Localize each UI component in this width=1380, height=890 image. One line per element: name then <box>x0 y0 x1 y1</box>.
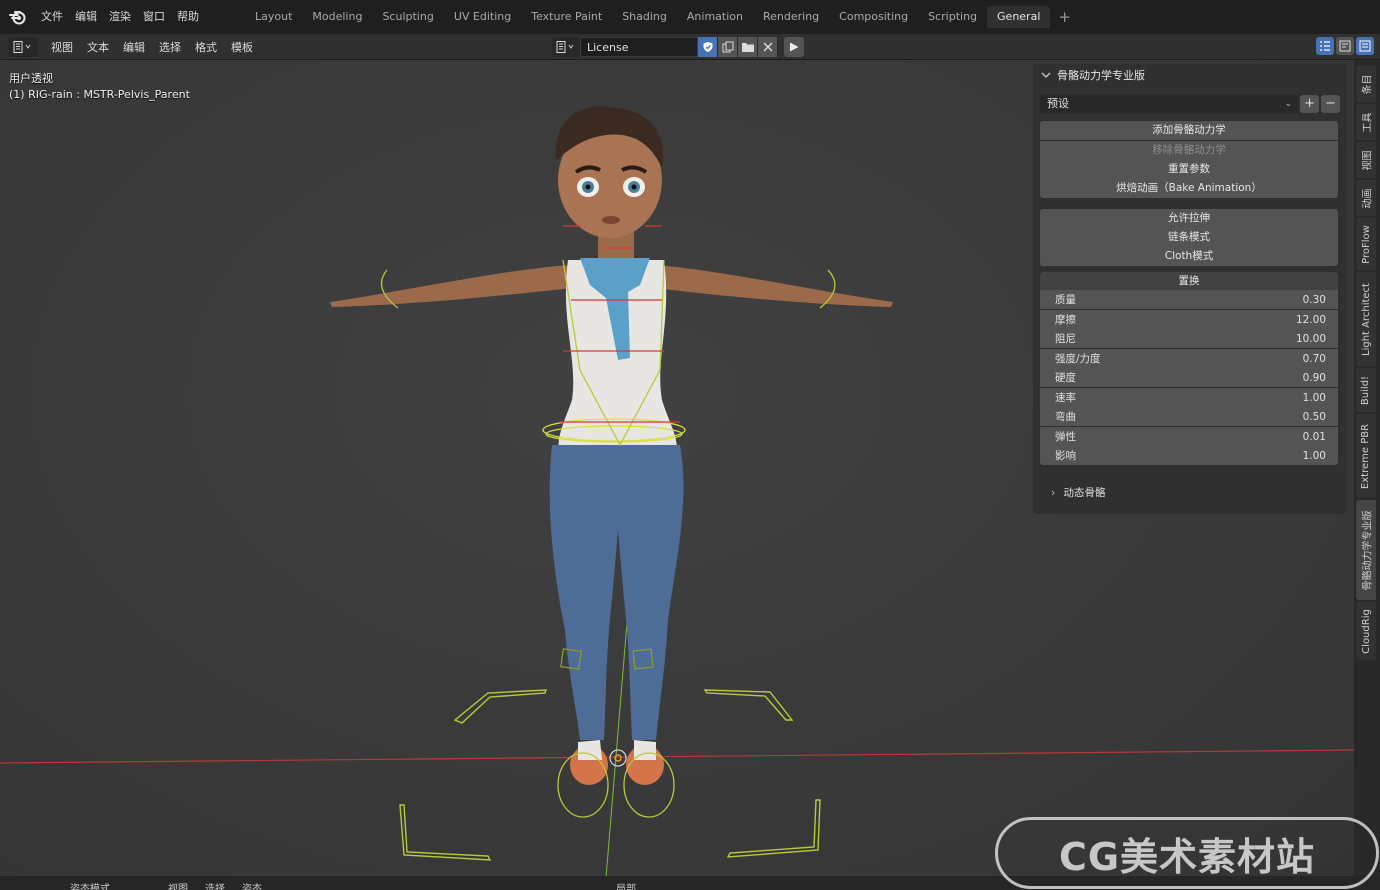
side-tab-build[interactable]: Build! <box>1356 368 1376 412</box>
tab-layout[interactable]: Layout <box>245 6 302 28</box>
menu-file[interactable]: 文件 <box>35 2 69 32</box>
tab-modeling[interactable]: Modeling <box>302 6 372 28</box>
panel-header[interactable]: 骨骼动力学专业版 <box>1033 64 1347 86</box>
tab-rendering[interactable]: Rendering <box>753 6 829 28</box>
prop-strength[interactable]: 强度/力度 0.70 <box>1040 349 1338 368</box>
menu-help[interactable]: 帮助 <box>171 2 205 32</box>
menu-edit[interactable]: 编辑 <box>69 2 103 32</box>
bake-animation-button[interactable]: 烘焙动画（Bake Animation） <box>1040 179 1338 198</box>
tab-animation[interactable]: Animation <box>677 6 753 28</box>
prop-elasticity[interactable]: 弹性 0.01 <box>1040 427 1338 446</box>
remove-bone-dynamics-button[interactable]: 移除骨骼动力学 <box>1040 141 1338 160</box>
top-menu-bar: 文件 编辑 渲染 窗口 帮助 Layout Modeling Sculpting… <box>0 0 1380 34</box>
prop-stiffness[interactable]: 硬度 0.90 <box>1040 368 1338 387</box>
text-browse-button[interactable] <box>552 37 580 57</box>
add-bone-dynamics-button[interactable]: 添加骨骼动力学 <box>1040 121 1338 140</box>
watermark-logo: CG美术素材站 <box>995 817 1379 889</box>
fake-user-shield-icon[interactable] <box>698 37 718 57</box>
sidebar-tabs: 条目 工具 视图 动画 ProFlow Light Architect Buil… <box>1354 60 1380 890</box>
panel-title: 骨骼动力学专业版 <box>1057 69 1145 82</box>
editor-menu-format[interactable]: 格式 <box>188 39 224 55</box>
side-tab-proflow[interactable]: ProFlow <box>1356 218 1376 270</box>
prop-mass[interactable]: 质量 0.30 <box>1040 290 1338 309</box>
duplicate-icon[interactable] <box>718 37 738 57</box>
line-numbers-icon[interactable] <box>1316 37 1334 55</box>
character-model <box>330 106 893 785</box>
viewport-object-label: (1) RIG-rain : MSTR-Pelvis_Parent <box>9 88 190 101</box>
dynamic-bones-label: 动态骨骼 <box>1063 487 1106 499</box>
text-document-icon <box>556 41 574 53</box>
side-tab-item[interactable]: 条目 <box>1356 66 1376 102</box>
chevron-down-icon <box>1041 72 1051 78</box>
editor-menu-edit[interactable]: 编辑 <box>116 39 152 55</box>
word-wrap-icon[interactable] <box>1336 37 1354 55</box>
open-folder-icon[interactable] <box>738 37 758 57</box>
tab-compositing[interactable]: Compositing <box>829 6 918 28</box>
tab-texture-paint[interactable]: Texture Paint <box>521 6 612 28</box>
side-tab-tool[interactable]: 工具 <box>1356 104 1376 140</box>
preset-dropdown[interactable]: 预设 ⌄ <box>1040 95 1299 113</box>
tab-sculpting[interactable]: Sculpting <box>372 6 443 28</box>
run-script-icon[interactable] <box>784 37 804 57</box>
tab-general[interactable]: General <box>987 6 1051 28</box>
bottom-menu-select[interactable]: 选择 <box>205 880 225 890</box>
cloth-mode-button[interactable]: Cloth模式 <box>1040 247 1338 266</box>
prop-damping[interactable]: 阻尼 10.00 <box>1040 329 1338 348</box>
add-preset-button[interactable]: + <box>1300 95 1320 113</box>
text-editor-icon <box>13 40 31 53</box>
workspace-tabs: Layout Modeling Sculpting UV Editing Tex… <box>245 4 1079 30</box>
side-tab-extreme-pbr[interactable]: Extreme PBR <box>1356 414 1376 498</box>
side-tab-bone-dynamics[interactable]: 骨骼动力学专业版 <box>1356 500 1376 600</box>
preset-label: 预设 <box>1047 97 1069 110</box>
prop-friction[interactable]: 摩擦 12.00 <box>1040 310 1338 329</box>
editor-type-selector[interactable] <box>8 36 38 57</box>
pivot-selector[interactable]: 局部 <box>616 880 636 890</box>
prop-bend[interactable]: 弯曲 0.50 <box>1040 407 1338 426</box>
side-tab-light-architect[interactable]: Light Architect <box>1356 272 1376 366</box>
dynamic-bones-subpanel[interactable]: › 动态骨骼 <box>1051 485 1106 500</box>
tab-scripting[interactable]: Scripting <box>918 6 987 28</box>
viewport-mode-label: 用户透视 <box>9 72 53 85</box>
editor-menu-templates[interactable]: 模板 <box>224 39 260 55</box>
menu-window[interactable]: 窗口 <box>137 2 171 32</box>
unlink-close-icon[interactable] <box>758 37 778 57</box>
syntax-highlight-icon[interactable] <box>1356 37 1374 55</box>
sidebar-panel: 骨骼动力学专业版 预设 ⌄ + − 添加骨骼动力学 移除骨骼动力学 重置参数 烘… <box>1033 64 1347 514</box>
mode-selector[interactable]: 姿态模式 <box>70 880 110 890</box>
bottom-menu-view[interactable]: 视图 <box>168 880 188 890</box>
watermark-text: CG美术素材站 <box>1058 834 1316 879</box>
remove-preset-button[interactable]: − <box>1321 95 1340 113</box>
tab-shading[interactable]: Shading <box>612 6 677 28</box>
menu-render[interactable]: 渲染 <box>103 2 137 32</box>
reset-params-button[interactable]: 重置参数 <box>1040 160 1338 179</box>
tab-uv-editing[interactable]: UV Editing <box>444 6 521 28</box>
text-datablock-selector: License <box>552 37 804 57</box>
text-display-toggles <box>1316 37 1374 55</box>
text-editor-header: 视图 文本 编辑 选择 格式 模板 License <box>0 34 1380 60</box>
chain-mode-button[interactable]: 链条模式 <box>1040 228 1338 247</box>
text-document-name[interactable]: License <box>580 37 698 57</box>
displacement-section-header[interactable]: 置换 <box>1040 272 1338 291</box>
prop-speed[interactable]: 速率 1.00 <box>1040 388 1338 407</box>
preset-row: 预设 ⌄ + − <box>1040 95 1340 113</box>
blender-logo-icon[interactable] <box>7 6 29 28</box>
prop-influence[interactable]: 影响 1.00 <box>1040 446 1338 465</box>
editor-menu-view[interactable]: 视图 <box>44 39 80 55</box>
side-tab-animation[interactable]: 动画 <box>1356 180 1376 216</box>
side-tab-cloudrig[interactable]: CloudRig <box>1356 602 1376 660</box>
add-workspace-button[interactable]: + <box>1050 8 1079 26</box>
allow-stretch-button[interactable]: 允许拉伸 <box>1040 209 1338 228</box>
chevron-down-icon: ⌄ <box>1284 99 1293 109</box>
chevron-right-icon: › <box>1051 487 1056 499</box>
editor-menu-select[interactable]: 选择 <box>152 39 188 55</box>
editor-menu-text[interactable]: 文本 <box>80 39 116 55</box>
bottom-menu-pose[interactable]: 姿态 <box>242 880 262 890</box>
side-tab-view[interactable]: 视图 <box>1356 142 1376 178</box>
x-axis-line <box>0 749 1354 764</box>
